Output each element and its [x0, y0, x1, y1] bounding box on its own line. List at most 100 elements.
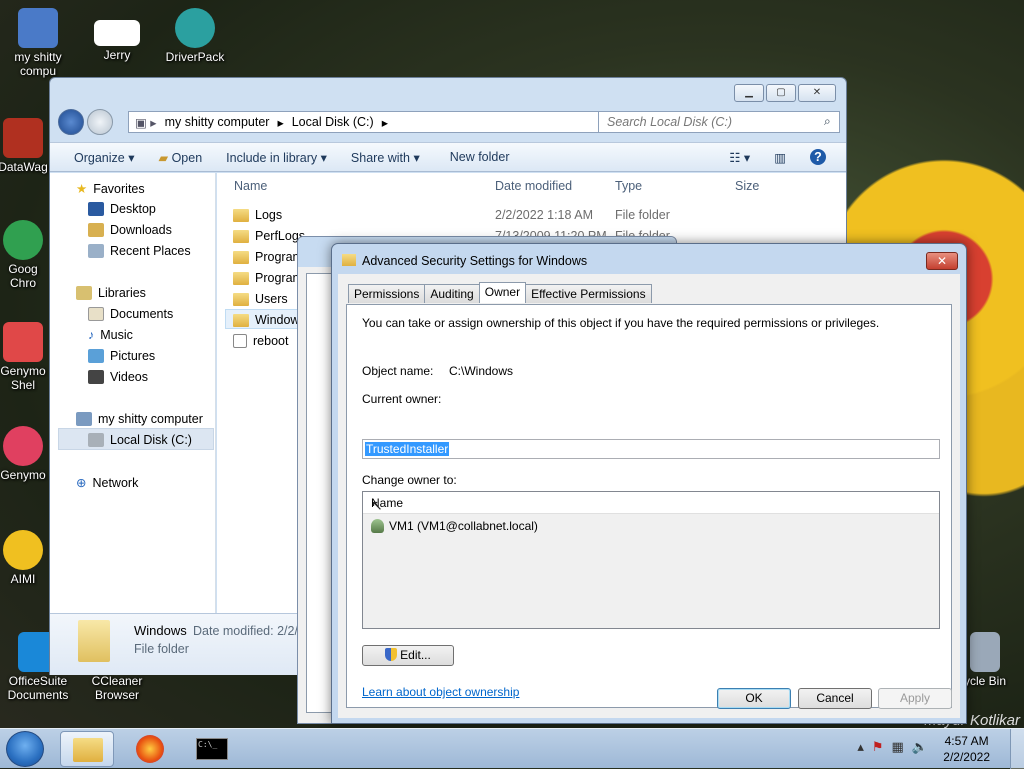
current-owner-field[interactable]: TrustedInstaller [362, 439, 940, 459]
list-item-vm1[interactable]: VM1 (VM1@collabnet.local) [371, 519, 538, 533]
clock[interactable]: 4:57 AM 2/2/2022 [943, 733, 990, 765]
desktop-icon-label: Jerry [103, 48, 131, 62]
file-row[interactable]: reboot [233, 334, 288, 348]
nav-label: Network [92, 475, 139, 490]
preview-pane-icon[interactable]: ▥ [774, 150, 786, 165]
action-center-icon[interactable]: ⚑ [872, 740, 884, 755]
organize-button[interactable]: Organize ▾ [74, 150, 134, 165]
cancel-button[interactable]: Cancel [798, 688, 872, 709]
folder-icon [233, 292, 249, 306]
advanced-security-dialog: Advanced Security Settings for Windows ✕… [331, 243, 967, 724]
back-button[interactable] [58, 109, 84, 135]
command-bar: Organize ▾ ▰ Open Include in library ▾ S… [50, 142, 846, 172]
volume-icon[interactable]: 🔈 [912, 740, 928, 755]
clock-time: 4:57 AM [944, 734, 989, 748]
breadcrumb-computer[interactable]: my shitty computer [165, 115, 270, 129]
desktop-icon-label: Goog Chro [8, 262, 38, 290]
datawag-icon [3, 118, 43, 158]
list-column-header-name[interactable]: Name [363, 492, 939, 514]
desktop-icon-chrome[interactable]: Goog Chro [0, 220, 48, 290]
folder-open-icon: ▰ [158, 150, 172, 165]
include-in-library-button[interactable]: Include in library ▾ [226, 150, 327, 165]
file-row[interactable]: Program [233, 250, 303, 264]
nav-desktop[interactable]: Desktop [88, 202, 156, 216]
desktop-icon-genymotion[interactable]: Genymo [0, 426, 48, 482]
computer-icon [18, 8, 58, 48]
nav-network[interactable]: ⊕ Network [76, 475, 139, 491]
maximize-button[interactable]: ▢ [766, 84, 796, 102]
dialog-title: Advanced Security Settings for Windows [362, 254, 588, 268]
open-button[interactable]: ▰ Open [158, 150, 202, 165]
search-input[interactable]: Search Local Disk (C:) [598, 111, 840, 133]
details-type: File folder [134, 642, 189, 656]
user-icon [371, 519, 384, 533]
nav-computer[interactable]: my shitty computer [76, 412, 203, 426]
show-desktop-button[interactable] [1010, 729, 1024, 769]
taskbar-explorer[interactable] [60, 731, 114, 767]
column-header-size[interactable]: Size [735, 179, 759, 193]
network-icon[interactable]: ▦ [892, 740, 904, 755]
view-options-icon[interactable]: ☷ ▾ [729, 150, 750, 165]
address-bar[interactable]: ▣ ▸ my shitty computer ▸ Local Disk (C:)… [128, 111, 614, 133]
nav-pictures[interactable]: Pictures [88, 349, 155, 363]
apply-button[interactable]: Apply [878, 688, 952, 709]
folder-large-icon [78, 620, 110, 662]
folder-icon [233, 271, 249, 285]
breadcrumb-local-disk[interactable]: Local Disk (C:) [292, 115, 374, 129]
nav-videos[interactable]: Videos [88, 370, 148, 384]
file-row[interactable]: PerfLogs [233, 229, 305, 243]
nav-recent-places[interactable]: Recent Places [88, 244, 191, 258]
nav-libraries[interactable]: Libraries [76, 286, 146, 300]
taskbar-firefox[interactable] [124, 731, 178, 767]
window-controls: ▁ ▢ ✕ [734, 84, 836, 102]
desktop-icon-aimp[interactable]: AIMI [0, 530, 48, 586]
column-header-date[interactable]: Date modified [495, 179, 572, 193]
file-row[interactable]: Users [233, 292, 288, 306]
forward-button[interactable] [87, 109, 113, 135]
computer-icon [76, 412, 92, 426]
desktop-icon-driverpack[interactable]: DriverPack [160, 8, 230, 64]
pictures-icon [88, 349, 104, 363]
nav-music[interactable]: ♪ Music [88, 328, 133, 342]
tab-auditing[interactable]: Auditing [424, 284, 480, 303]
minimize-button[interactable]: ▁ [734, 84, 764, 102]
nav-downloads[interactable]: Downloads [88, 223, 172, 237]
desktop-icon-jerry[interactable]: Jerry [82, 8, 152, 62]
search-icon[interactable]: ⌕ [824, 114, 831, 129]
nav-local-disk[interactable]: Local Disk (C:) [88, 433, 192, 447]
help-icon[interactable]: ? [810, 149, 826, 165]
chevron-right-icon: ▸ [381, 115, 388, 130]
desktop-icon-label: Genymo Shel [0, 364, 46, 392]
music-icon: ♪ [88, 328, 95, 342]
change-owner-list[interactable]: Name VM1 (VM1@collabnet.local) ↖ [362, 491, 940, 629]
desktop-icon-computer[interactable]: my shitty compu [3, 8, 73, 78]
learn-ownership-link[interactable]: Learn about object ownership [362, 685, 519, 699]
nav-documents[interactable]: Documents [88, 307, 173, 321]
desktop-icon-datawag[interactable]: DataWag [0, 118, 48, 174]
column-header-type[interactable]: Type [615, 179, 642, 193]
file-date: 2/2/2022 1:18 AM [495, 208, 593, 222]
file-row[interactable]: Program [233, 271, 303, 285]
edit-button[interactable]: Edit... [362, 645, 454, 666]
tab-strip: Permissions Auditing Owner Effective Per… [348, 282, 652, 303]
file-row[interactable]: Logs [233, 208, 282, 222]
start-button[interactable] [6, 731, 44, 767]
nav-favorites[interactable]: ★ Favorites [76, 181, 145, 197]
new-folder-button[interactable]: New folder [450, 150, 510, 164]
tab-owner[interactable]: Owner [478, 282, 527, 303]
desktop-icon-label: CCleaner Browser [91, 674, 143, 702]
tab-permissions[interactable]: Permissions [348, 284, 426, 303]
show-hidden-icons-icon[interactable]: ▴ [857, 740, 864, 755]
dialog-close-button[interactable]: ✕ [926, 252, 958, 270]
firefox-icon [136, 735, 164, 763]
ok-button[interactable]: OK [717, 688, 791, 709]
file-row[interactable]: Window [233, 313, 299, 327]
share-with-button[interactable]: Share with ▾ [351, 150, 420, 165]
column-header-name[interactable]: Name [234, 179, 267, 193]
desktop-icon-label: DriverPack [165, 50, 225, 64]
close-button[interactable]: ✕ [798, 84, 836, 102]
taskbar-cmd[interactable]: C:\_ [186, 731, 240, 767]
file-name: reboot [253, 334, 289, 348]
tab-effective-permissions[interactable]: Effective Permissions [525, 284, 652, 303]
desktop-icon-genymotion-shell[interactable]: Genymo Shel [0, 322, 48, 392]
